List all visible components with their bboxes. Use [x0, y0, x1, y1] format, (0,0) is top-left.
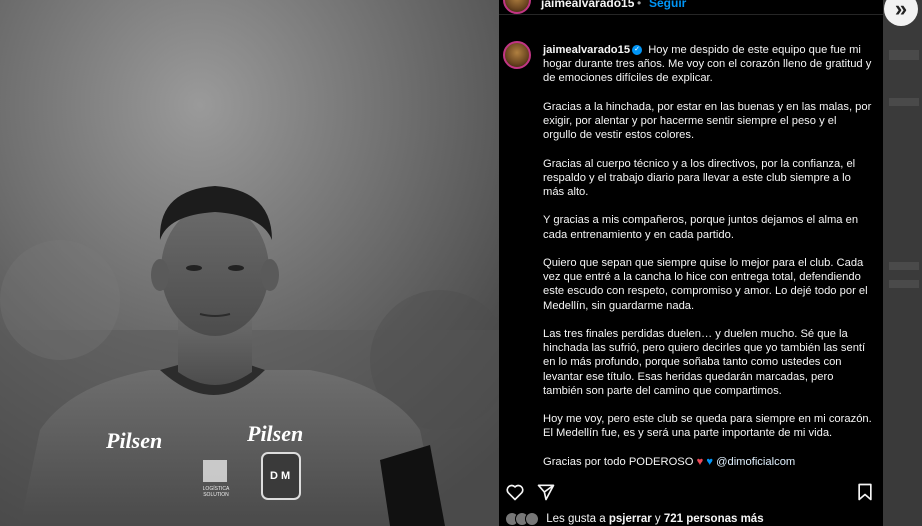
post-header: jaimealvarado15 • Seguir	[499, 0, 883, 14]
sleeve-logo: LOGÍSTICA SOLUTION	[202, 486, 230, 498]
background-ghost-block	[889, 262, 919, 270]
caption-paragraph-1: Gracias a la hinchada, por estar en las …	[543, 100, 872, 142]
share-send-icon[interactable]	[536, 482, 556, 507]
save-bookmark-icon[interactable]	[856, 482, 874, 507]
caption-paragraph-4: Quiero que sepan que siempre quise lo me…	[543, 256, 868, 312]
likes-prefix: Les gusta a	[546, 513, 606, 526]
caption-username[interactable]: jaimealvarado15	[543, 44, 630, 56]
caption-text: jaimealvarado15 ✓ Hoy me despido de este …	[543, 43, 873, 483]
blue-heart-emoji: ♥	[706, 455, 713, 468]
red-heart-emoji: ♥	[696, 455, 704, 468]
background-ghost-block	[889, 50, 919, 60]
background-ghost-block	[889, 98, 919, 106]
follow-button[interactable]: Seguir	[649, 0, 686, 10]
header-avatar[interactable]	[503, 0, 531, 14]
post-image[interactable]: Pilsen Pilsen D M LOGÍSTICA SOLUTION	[0, 0, 499, 526]
background-ghost-block	[889, 280, 919, 288]
liker-avatar	[525, 512, 539, 526]
likes-middle: y	[654, 513, 661, 526]
like-heart-icon[interactable]	[505, 482, 525, 507]
player-photo	[0, 0, 499, 526]
sponsor-logo-right: Pilsen	[247, 421, 304, 446]
caption-paragraph-6: Hoy me voy, pero este club se queda para…	[543, 413, 872, 440]
likes-user[interactable]: psjerrar	[609, 513, 652, 525]
header-separator: •	[637, 0, 642, 10]
sponsor-logo-left: Pilsen	[106, 428, 163, 453]
mention-link[interactable]: @dimoficialcom	[716, 456, 795, 468]
action-bar	[499, 476, 883, 506]
caption-avatar[interactable]	[503, 41, 531, 69]
likes-count[interactable]: 721 personas más	[664, 513, 764, 525]
caption-paragraph-3: Y gracias a mis compañeros, porque junto…	[543, 214, 859, 241]
caption-paragraph-2: Gracias al cuerpo técnico y a los direct…	[543, 157, 856, 198]
club-crest: D M	[270, 470, 291, 482]
caption-paragraph-5: Las tres finales perdidas duelen… y duel…	[543, 327, 866, 397]
likes-summary[interactable]: Les gusta a psjerrar y 721 personas más	[505, 512, 764, 526]
background-page-strip	[883, 0, 922, 526]
post-sidebar: jaimealvarado15 • Seguir jaimealvarado15…	[499, 0, 883, 526]
verified-badge-icon: ✓	[632, 45, 643, 56]
caption-closing: Gracias por todo PODEROSO	[543, 455, 694, 468]
header-username[interactable]: jaimealvarado15	[541, 0, 634, 10]
header-divider	[499, 14, 883, 15]
